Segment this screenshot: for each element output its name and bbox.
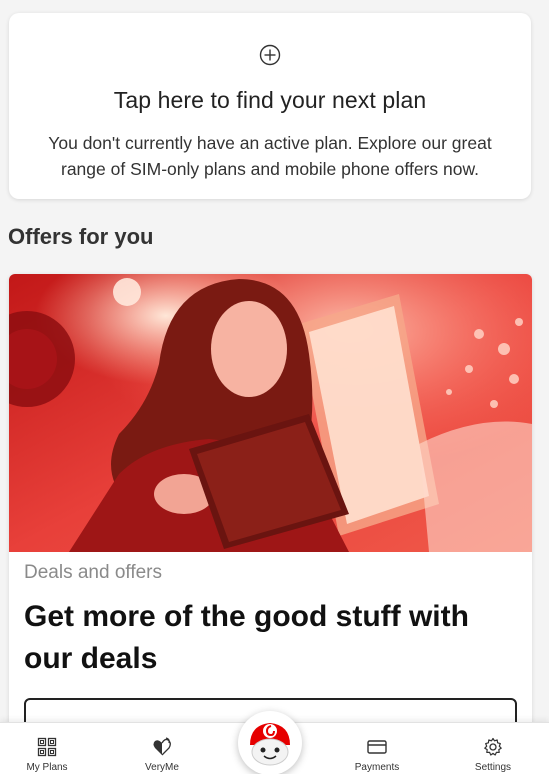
offer-category: Deals and offers — [24, 562, 163, 583]
offers-heading: Offers for you — [8, 224, 154, 249]
heart-icon — [153, 737, 171, 756]
gear-icon — [484, 737, 502, 756]
offer-title: Get more of the good stuff with our deal… — [24, 600, 469, 675]
nav-label-settings: Settings — [474, 762, 512, 773]
nav-item-my-plans[interactable]: My Plans — [2, 723, 92, 774]
offer-hero-image — [9, 274, 532, 552]
plan-card-description: You don't currently have an active plan.… — [48, 133, 492, 179]
tobi-chatbot-button[interactable] — [238, 711, 302, 774]
nav-item-veryme[interactable]: VeryMe — [117, 723, 207, 774]
nav-label-my-plans: My Plans — [26, 762, 68, 773]
nav-label-payments: Payments — [354, 762, 400, 773]
card-icon — [367, 740, 387, 754]
grid-icon — [37, 737, 57, 757]
find-plan-card[interactable]: Tap here to find your next plan You don'… — [9, 13, 531, 199]
tobi-chatbot-icon — [243, 716, 297, 770]
nav-label-veryme: VeryMe — [145, 762, 179, 773]
plan-card-title: Tap here to find your next plan — [113, 87, 427, 113]
offer-card[interactable]: Deals and offers Get more of the good st… — [9, 274, 532, 774]
nav-item-settings[interactable]: Settings — [448, 723, 538, 774]
add-circle-icon — [259, 44, 281, 66]
nav-item-payments[interactable]: Payments — [332, 723, 422, 774]
